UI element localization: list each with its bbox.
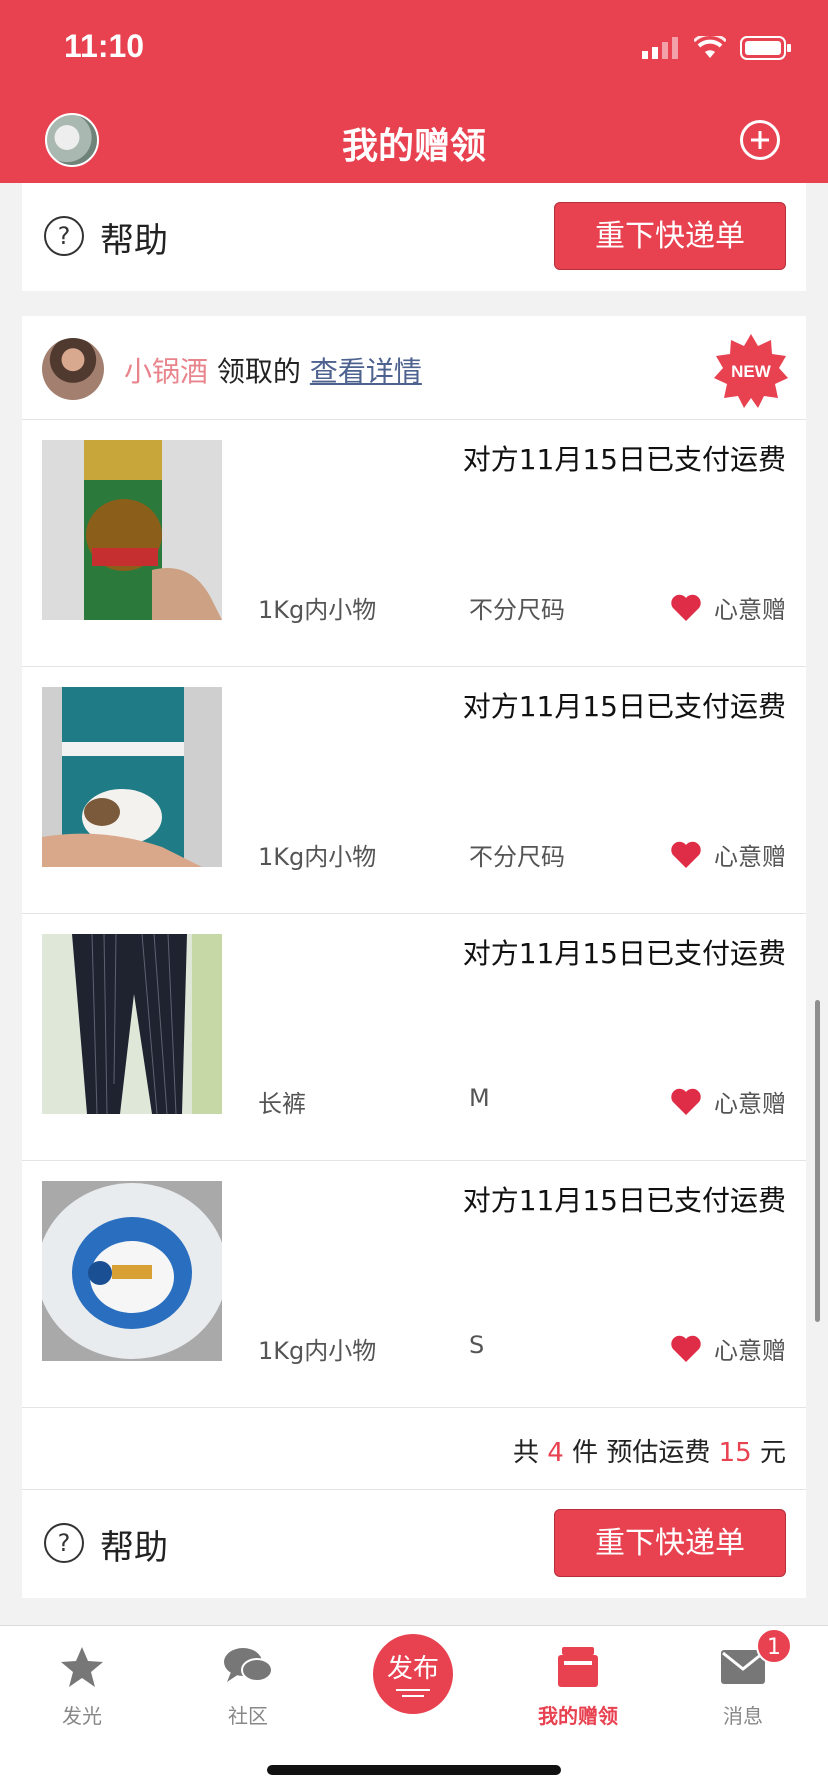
item-category: 1Kg内小物: [258, 596, 377, 624]
new-badge: NEW: [714, 334, 788, 408]
help-row: ? 帮助 重下快递单: [22, 1490, 806, 1598]
claimer-name[interactable]: 小锅酒: [124, 355, 208, 388]
publish-label: 发布: [386, 1654, 439, 1684]
summary-mid: 件 预估运费: [572, 1438, 711, 1468]
item-size: 不分尺码: [469, 596, 565, 624]
reorder-button[interactable]: 重下快递单: [554, 1509, 786, 1577]
summary-suffix: 元: [759, 1438, 786, 1468]
list-item[interactable]: 对方11月15日已支付运费 1Kg内小物 不分尺码 心意赠: [22, 667, 806, 914]
list-item[interactable]: 对方11月15日已支付运费 长裤 M 心意赠: [22, 914, 806, 1161]
help-row: ? 帮助 重下快递单: [22, 183, 806, 291]
item-category: 长裤: [258, 1090, 306, 1118]
item-category: 1Kg内小物: [258, 843, 377, 871]
item-photo-spaghetti[interactable]: [42, 440, 222, 620]
item-size: S: [469, 1331, 485, 1359]
item-size: 不分尺码: [469, 843, 565, 871]
heart-icon: [671, 841, 701, 868]
tab-label: 发光: [62, 1704, 102, 1728]
reorder-button[interactable]: 重下快递单: [554, 202, 786, 270]
help-icon[interactable]: ?: [44, 216, 84, 256]
signal-icon: [642, 37, 678, 59]
help-label[interactable]: 帮助: [100, 213, 168, 262]
status-icons: [642, 36, 792, 60]
tab-community[interactable]: 社区: [193, 1642, 303, 1729]
heart-icon: [671, 1335, 701, 1362]
item-photo-coconut-milk[interactable]: [42, 687, 222, 867]
tab-messages[interactable]: 1 消息: [688, 1628, 798, 1729]
add-icon[interactable]: [740, 120, 780, 160]
tab-label: 社区: [228, 1704, 268, 1728]
status-time: 11:10: [64, 28, 145, 64]
unread-badge: 1: [756, 1628, 792, 1664]
card-header: 小锅酒 领取的 查看详情 NEW: [22, 316, 806, 420]
payment-status: 对方11月15日已支付运费: [462, 937, 786, 970]
heart-icon: [671, 594, 701, 621]
payment-status: 对方11月15日已支付运费: [462, 443, 786, 476]
new-badge-text: NEW: [731, 362, 772, 381]
details-link[interactable]: 查看详情: [310, 355, 422, 388]
item-size: M: [469, 1084, 490, 1112]
payment-status: 对方11月15日已支付运费: [462, 690, 786, 723]
help-label[interactable]: 帮助: [100, 1520, 168, 1569]
tab-label: 消息: [723, 1704, 763, 1728]
wifi-icon: [694, 36, 726, 58]
chat-icon: [224, 1648, 273, 1682]
claim-card: 小锅酒 领取的 查看详情 NEW 对方11月15日已支付运费 1Kg内小物 不分…: [22, 316, 806, 1598]
app-header: 11:10 我的赠领: [0, 0, 828, 183]
star-icon: [61, 1647, 103, 1687]
summary-prefix: 共: [513, 1438, 540, 1468]
home-indicator[interactable]: [267, 1765, 561, 1775]
item-category: 1Kg内小物: [258, 1337, 377, 1365]
page-title: 我的赠领: [341, 126, 486, 167]
item-count: 4: [547, 1438, 564, 1468]
tab-my-gifts[interactable]: 我的赠领: [523, 1642, 633, 1729]
scrollbar[interactable]: [815, 1000, 820, 1322]
list-item[interactable]: 对方11月15日已支付运费 1Kg内小物 不分尺码 心意赠: [22, 420, 806, 667]
shipping-fee: 15: [718, 1438, 752, 1468]
payment-status: 对方11月15日已支付运费: [462, 1184, 786, 1217]
tab-label: 我的赠领: [538, 1704, 618, 1728]
heart-icon: [671, 1088, 701, 1115]
publish-icon-line: [402, 1695, 424, 1697]
claimer-avatar[interactable]: [42, 338, 104, 400]
gift-box-icon: [558, 1647, 598, 1687]
gift-type: 心意赠: [714, 1090, 786, 1118]
previous-card: ? 帮助 重下快递单: [22, 183, 806, 291]
help-icon[interactable]: ?: [44, 1523, 84, 1563]
card-header-text: 小锅酒 领取的 查看详情: [124, 350, 422, 390]
claimed-label: 领取的: [216, 355, 301, 388]
tab-glow[interactable]: 发光: [27, 1642, 137, 1729]
gift-type: 心意赠: [714, 596, 786, 624]
gift-type: 心意赠: [714, 843, 786, 871]
list-item[interactable]: 对方11月15日已支付运费 1Kg内小物 S 心意赠: [22, 1161, 806, 1408]
item-photo-trousers[interactable]: [42, 934, 222, 1114]
publish-icon: [396, 1689, 430, 1691]
item-photo-plates[interactable]: [42, 1181, 222, 1361]
order-summary: 共 4 件 预估运费 15 元: [22, 1408, 806, 1490]
gift-type: 心意赠: [714, 1337, 786, 1365]
publish-button[interactable]: 发布: [373, 1634, 453, 1714]
battery-icon: [740, 36, 791, 60]
